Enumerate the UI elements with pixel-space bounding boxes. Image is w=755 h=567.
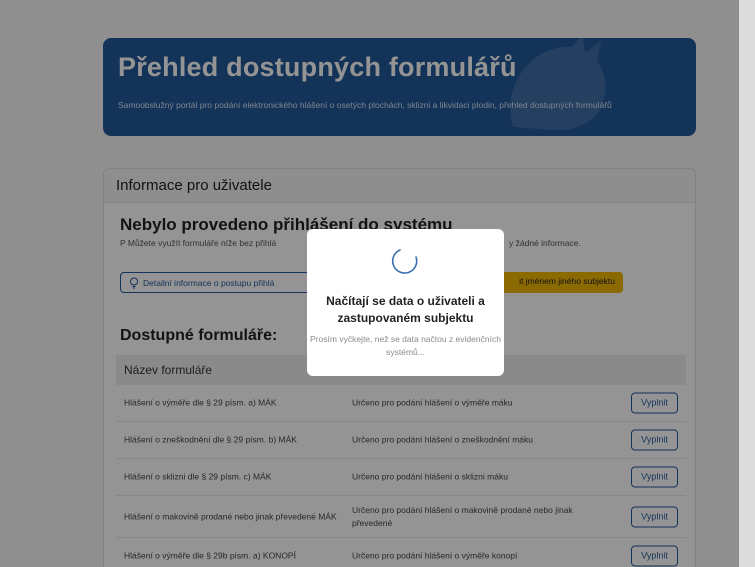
scrollbar[interactable] — [739, 0, 755, 567]
loading-spinner-icon — [391, 249, 418, 274]
loading-dialog-subtitle: Prosím vyčkejte, než se data načtou z ev… — [310, 334, 501, 357]
loading-dialog-title: Načítají se data o uživateli a zastupova… — [326, 294, 485, 325]
loading-dialog: Načítají se data o uživateli a zastupova… — [307, 229, 504, 376]
